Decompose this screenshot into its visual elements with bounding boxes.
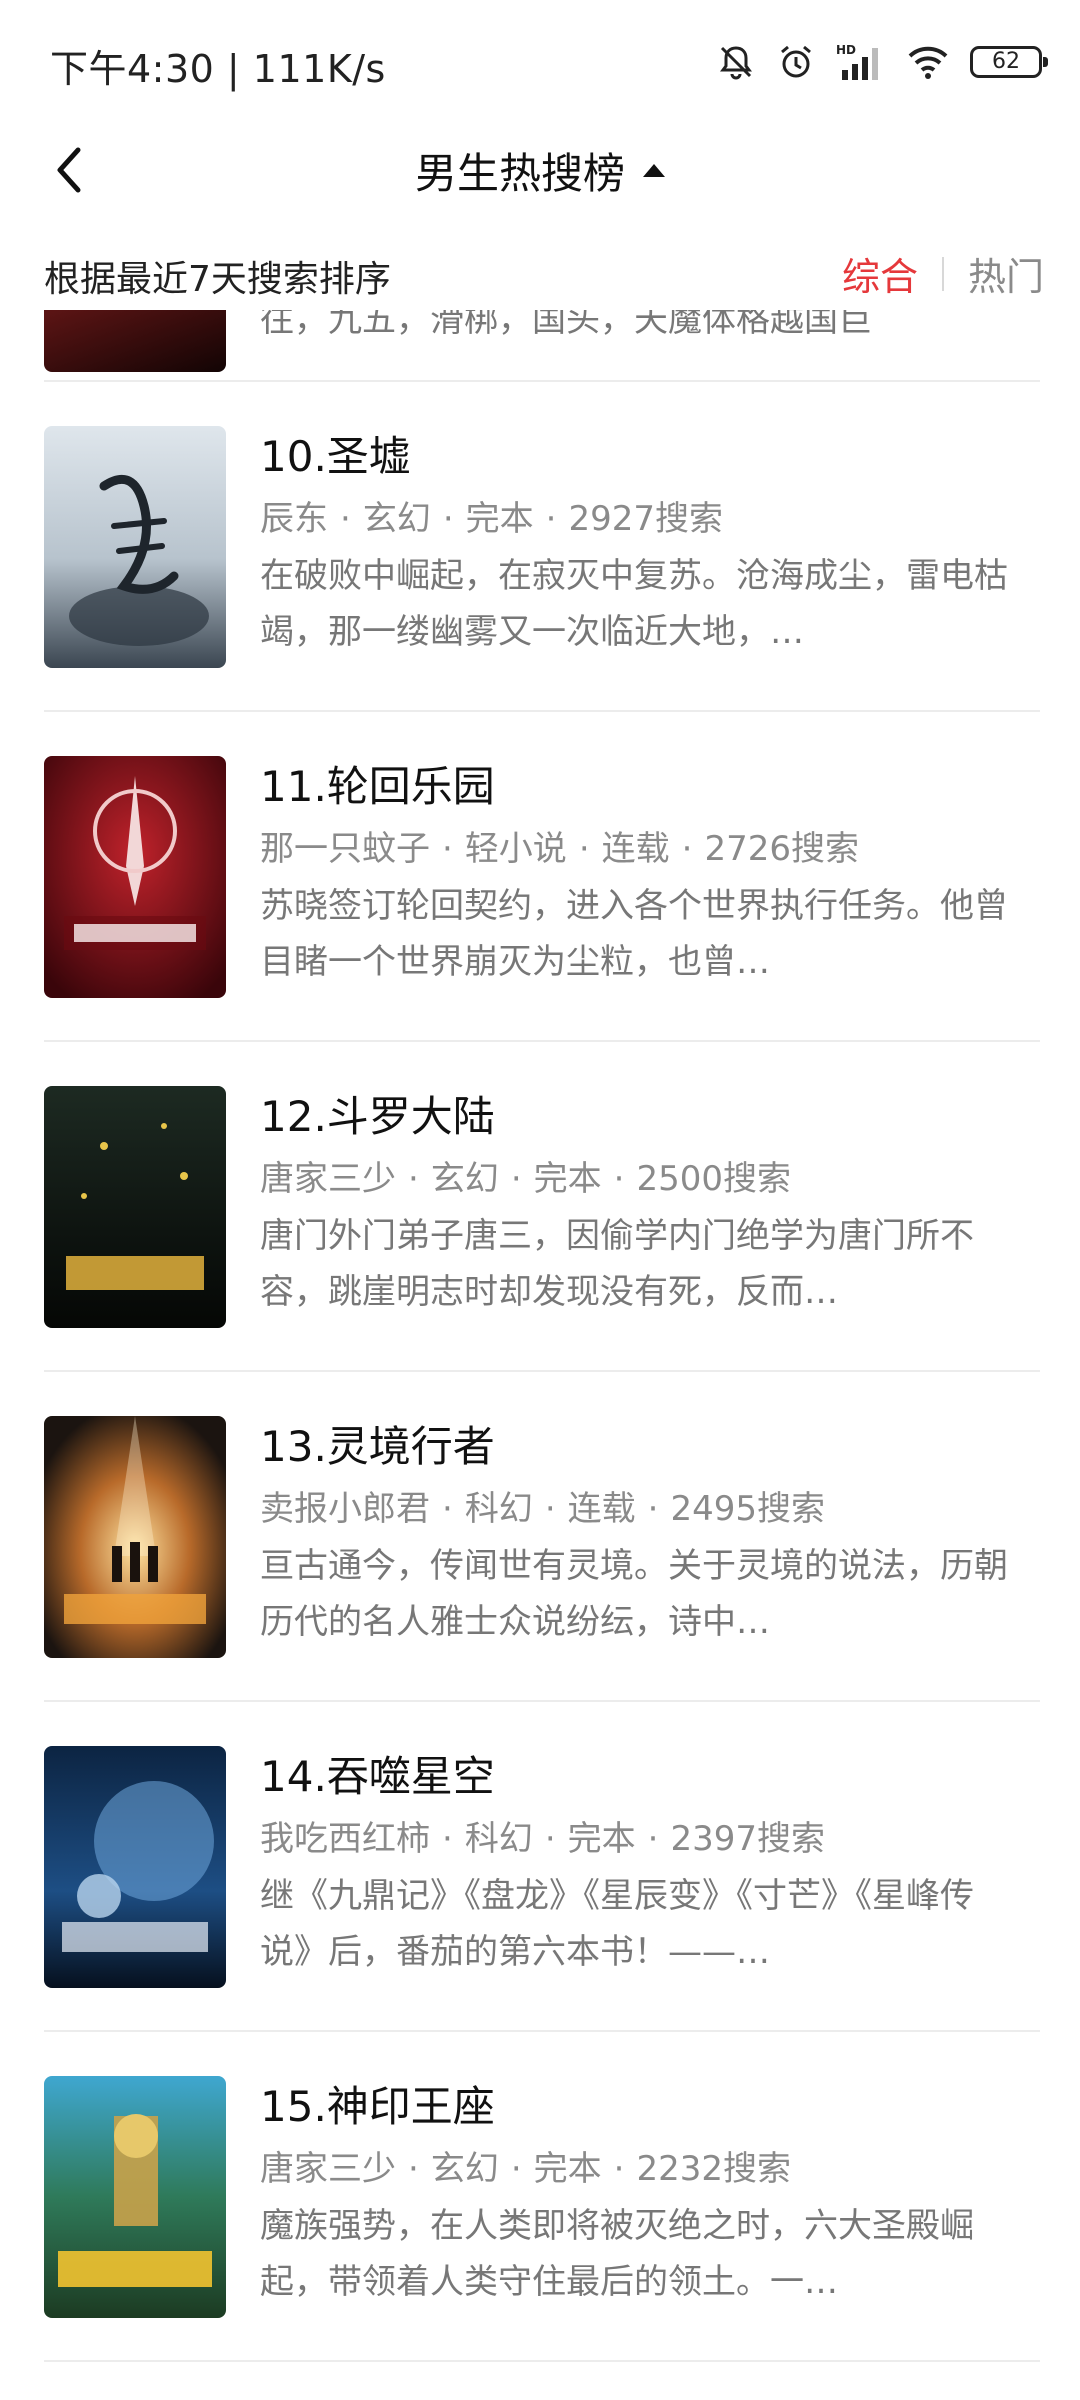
sort-tabs: 综合 热门 — [842, 246, 1044, 301]
book-info: 11.轮回乐园 那一只蚊子 · 轻小说 · 连载 · 2726搜索 苏晓签订轮回契约，进入各… — [260, 760, 1010, 990]
book-author: 我吃西红柿 — [260, 1819, 430, 1859]
book-title: 12.斗罗大陆 — [260, 1092, 495, 1141]
book-cover — [44, 1416, 226, 1658]
list-item[interactable]: 13.灵境行者 卖报小郎君 · 科幻 · 连载 · 2495搜索 亘古通今，传闻世有灵境。关… — [44, 1372, 1040, 1702]
book-info: 14.吞噬星空 我吃西红柿 · 科幻 · 完本 · 2397搜索 继《九鼎记》《盘龙》《星辰… — [260, 1750, 1010, 1980]
book-author: 辰东 — [260, 499, 328, 539]
book-meta: 唐家三少 · 玄幻 · 完本 · 2500搜索 — [260, 1159, 791, 1199]
book-desc: 苏晓签订轮回契约，进入各个世界执行任务。他曾目睹一个世界崩灭为尘粒，也曾… — [260, 886, 1008, 982]
book-meta: 唐家三少 · 玄幻 · 完本 · 2232搜索 — [260, 2149, 791, 2189]
book-genre: 科幻 — [464, 1819, 533, 1859]
book-searches: 2495搜索 — [670, 1489, 825, 1529]
book-cover — [44, 310, 226, 372]
book-meta: 我吃西红柿 · 科幻 · 完本 · 2397搜索 — [260, 1819, 825, 1859]
list-item-partial[interactable]: 往，九五，滑梆，国头，天魔体格越国巨 — [44, 310, 1040, 382]
book-status: 完本 — [533, 1159, 602, 1199]
alarm-icon — [781, 45, 811, 78]
book-genre: 玄幻 — [430, 1159, 499, 1199]
book-desc: 亘古通今，传闻世有灵境。关于灵境的说法，历朝历代的名人雅士众说纷纭，诗中… — [260, 1546, 1008, 1642]
sort-bar: 根据最近7天搜索排序 综合 热门 — [0, 240, 1080, 310]
book-desc: 唐门外门弟子唐三，因偷学内门绝学为唐门所不容，跳崖明志时却发现没有死，反而… — [260, 1216, 974, 1312]
book-searches: 2927搜索 — [568, 499, 723, 539]
book-title: 10.圣墟 — [260, 432, 411, 481]
mute-bell-icon — [720, 46, 752, 80]
book-status: 完本 — [465, 499, 534, 539]
book-meta: 辰东 · 玄幻 · 完本 · 2927搜索 — [260, 499, 723, 539]
book-searches: 2397搜索 — [670, 1819, 825, 1859]
book-genre: 轻小说 — [464, 829, 567, 869]
book-genre: 玄幻 — [430, 2149, 499, 2189]
list-item[interactable]: 14.吞噬星空 我吃西红柿 · 科幻 · 完本 · 2397搜索 继《九鼎记》《盘龙》《星辰… — [44, 1702, 1040, 2032]
book-cover — [44, 1086, 226, 1328]
book-title: 15.神印王座 — [260, 2082, 495, 2131]
book-meta: 那一只蚊子 · 轻小说 · 连载 · 2726搜索 — [260, 829, 859, 869]
book-cover — [44, 1746, 226, 1988]
book-author: 卖报小郎君 — [260, 1489, 430, 1529]
book-title: 13.灵境行者 — [260, 1422, 495, 1471]
tab-comprehensive[interactable]: 综合 — [842, 246, 918, 301]
page-title: 男生热搜榜 — [414, 148, 625, 198]
list-item[interactable]: 10.圣墟 辰东 · 玄幻 · 完本 · 2927搜索 在破败中崛起，在寂灭中复苏。沧海成尘… — [44, 382, 1040, 712]
book-cover — [44, 2076, 226, 2318]
top-nav-bar: 男生热搜榜 — [0, 120, 1080, 220]
book-title: 11.轮回乐园 — [260, 762, 495, 811]
book-status: 完本 — [533, 2149, 602, 2189]
book-list: 往，九五，滑梆，国头，天魔体格越国巨 10.圣墟 辰东 · 玄幻 · 完本 · 2927搜索… — [44, 310, 1040, 2400]
wifi-icon — [908, 46, 948, 79]
book-status: 连载 — [601, 829, 670, 869]
list-item[interactable]: 11.轮回乐园 那一只蚊子 · 轻小说 · 连载 · 2726搜索 苏晓签订轮回契约，进入各… — [44, 712, 1040, 1042]
book-searches: 2500搜索 — [636, 1159, 791, 1199]
list-item[interactable]: 15.神印王座 唐家三少 · 玄幻 · 完本 · 2232搜索 魔族强势，在人类即将被灭绝之… — [44, 2032, 1040, 2362]
book-desc: 继《九鼎记》《盘龙》《星辰变》《寸芒》《星峰传说》后，番茄的第六本书！——… — [260, 1876, 974, 1972]
book-status: 完本 — [567, 1819, 636, 1859]
book-status: 连载 — [567, 1489, 636, 1529]
book-author: 唐家三少 — [260, 1159, 396, 1199]
book-info: 12.斗罗大陆 唐家三少 · 玄幻 · 完本 · 2500搜索 唐门外门弟子唐三，因偷学内门… — [260, 1090, 1010, 1320]
book-genre: 科幻 — [464, 1489, 533, 1529]
status-icons: HD 62 — [716, 38, 1048, 86]
hd-signal-icon: HD — [836, 43, 878, 80]
status-time-speed: 下午4:30 | 111K/s — [50, 47, 386, 91]
book-genre: 玄幻 — [362, 499, 431, 539]
book-cover — [44, 426, 226, 668]
tab-divider — [941, 256, 944, 291]
sort-note: 根据最近7天搜索排序 — [44, 259, 391, 300]
status-bar: 下午4:30 | 111K/s HD 62 — [0, 0, 1080, 120]
tab-hot[interactable]: 热门 — [968, 246, 1044, 301]
ranking-selector[interactable]: 男生热搜榜 — [0, 138, 1080, 202]
book-title: 14.吞噬星空 — [260, 1752, 495, 1801]
book-info: 10.圣墟 辰东 · 玄幻 · 完本 · 2927搜索 在破败中崛起，在寂灭中复苏。沧海成尘… — [260, 430, 1010, 660]
book-desc: 往，九五，滑梆，国头，天魔体格越国巨 — [260, 310, 872, 340]
book-author: 唐家三少 — [260, 2149, 396, 2189]
battery-icon: 62 — [970, 46, 1048, 78]
book-meta: 卖报小郎君 · 科幻 · 连载 · 2495搜索 — [260, 1489, 825, 1529]
book-cover — [44, 756, 226, 998]
book-searches: 2232搜索 — [636, 2149, 791, 2189]
book-info: 15.神印王座 唐家三少 · 玄幻 · 完本 · 2232搜索 魔族强势，在人类即将被灭绝之… — [260, 2080, 1010, 2310]
book-desc: 在破败中崛起，在寂灭中复苏。沧海成尘，雷电枯竭，那一缕幽雾又一次临近大地，… — [260, 556, 1008, 652]
svg-text:HD: HD — [836, 43, 856, 57]
book-searches: 2726搜索 — [704, 829, 859, 869]
triangle-up-icon — [643, 163, 665, 177]
list-item[interactable]: 12.斗罗大陆 唐家三少 · 玄幻 · 完本 · 2500搜索 唐门外门弟子唐三，因偷学内门… — [44, 1042, 1040, 1372]
book-info: 13.灵境行者 卖报小郎君 · 科幻 · 连载 · 2495搜索 亘古通今，传闻世有灵境。关… — [260, 1420, 1010, 1650]
book-desc: 魔族强势，在人类即将被灭绝之时，六大圣殿崛起，带领着人类守住最后的领土。一… — [260, 2206, 974, 2302]
book-author: 那一只蚊子 — [260, 829, 430, 869]
